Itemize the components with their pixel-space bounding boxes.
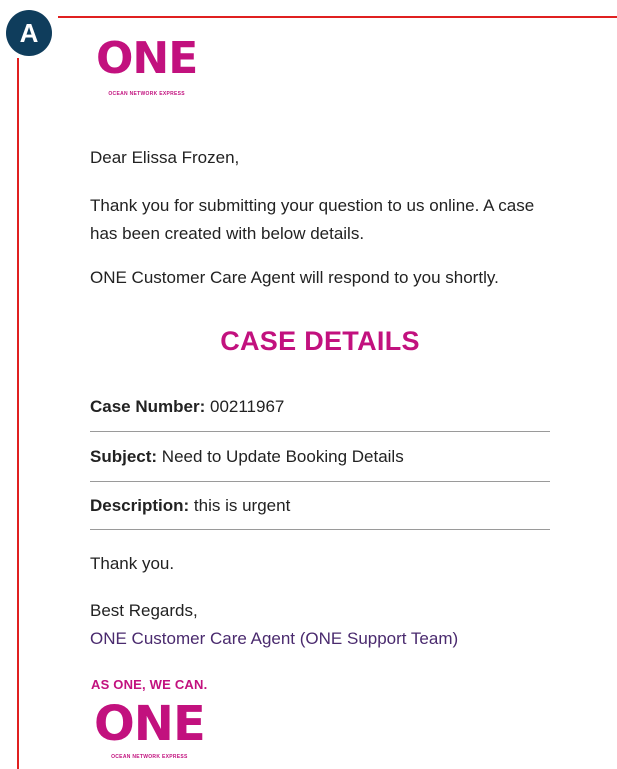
case-number-label: Case Number: [90,397,206,416]
regards-line: Best Regards, [90,601,198,620]
description-label: Description: [90,496,190,515]
annotation-marker-badge: A [6,10,52,56]
case-details-heading: CASE DETAILS [220,326,420,356]
email-view: A ONE OCEAN NETWORK EXPRESS Dear Elissa … [0,0,617,769]
greeting: Dear Elissa Frozen, [90,148,240,167]
footer-logo-word: ONE [94,696,206,752]
signature-line: ONE Customer Care Agent (ONE Support Tea… [90,629,459,648]
thanks-paragraph: Thank you for submitting your question t… [90,196,535,243]
footer-slogan: AS ONE, WE CAN. [91,677,208,692]
top-annotation-rule [58,16,617,18]
divider [90,481,550,482]
footer-logo: ONE OCEAN NETWORK EXPRESS [94,696,206,760]
header-logo: ONE OCEAN NETWORK EXPRESS [96,33,198,98]
case-number-value: 00211967 [205,397,285,416]
header-logo-word: ONE [96,33,198,84]
subject-label: Subject: [90,447,158,466]
subject-value: Need to Update Booking Details [157,447,404,466]
respond-paragraph: ONE Customer Care Agent will respond to … [90,268,499,287]
case-number-row: Case Number: 00211967 [90,393,550,421]
header-logo-subtitle: OCEAN NETWORK EXPRESS [108,91,185,97]
description-row: Description: this is urgent [90,492,550,520]
description-value: this is urgent [189,496,291,515]
side-annotation-rule [17,58,19,769]
subject-row: Subject: Need to Update Booking Details [90,443,550,471]
footer-logo-subtitle: OCEAN NETWORK EXPRESS [111,754,188,760]
thank-you-line: Thank you. [90,554,175,573]
divider [90,529,550,530]
divider [90,431,550,432]
